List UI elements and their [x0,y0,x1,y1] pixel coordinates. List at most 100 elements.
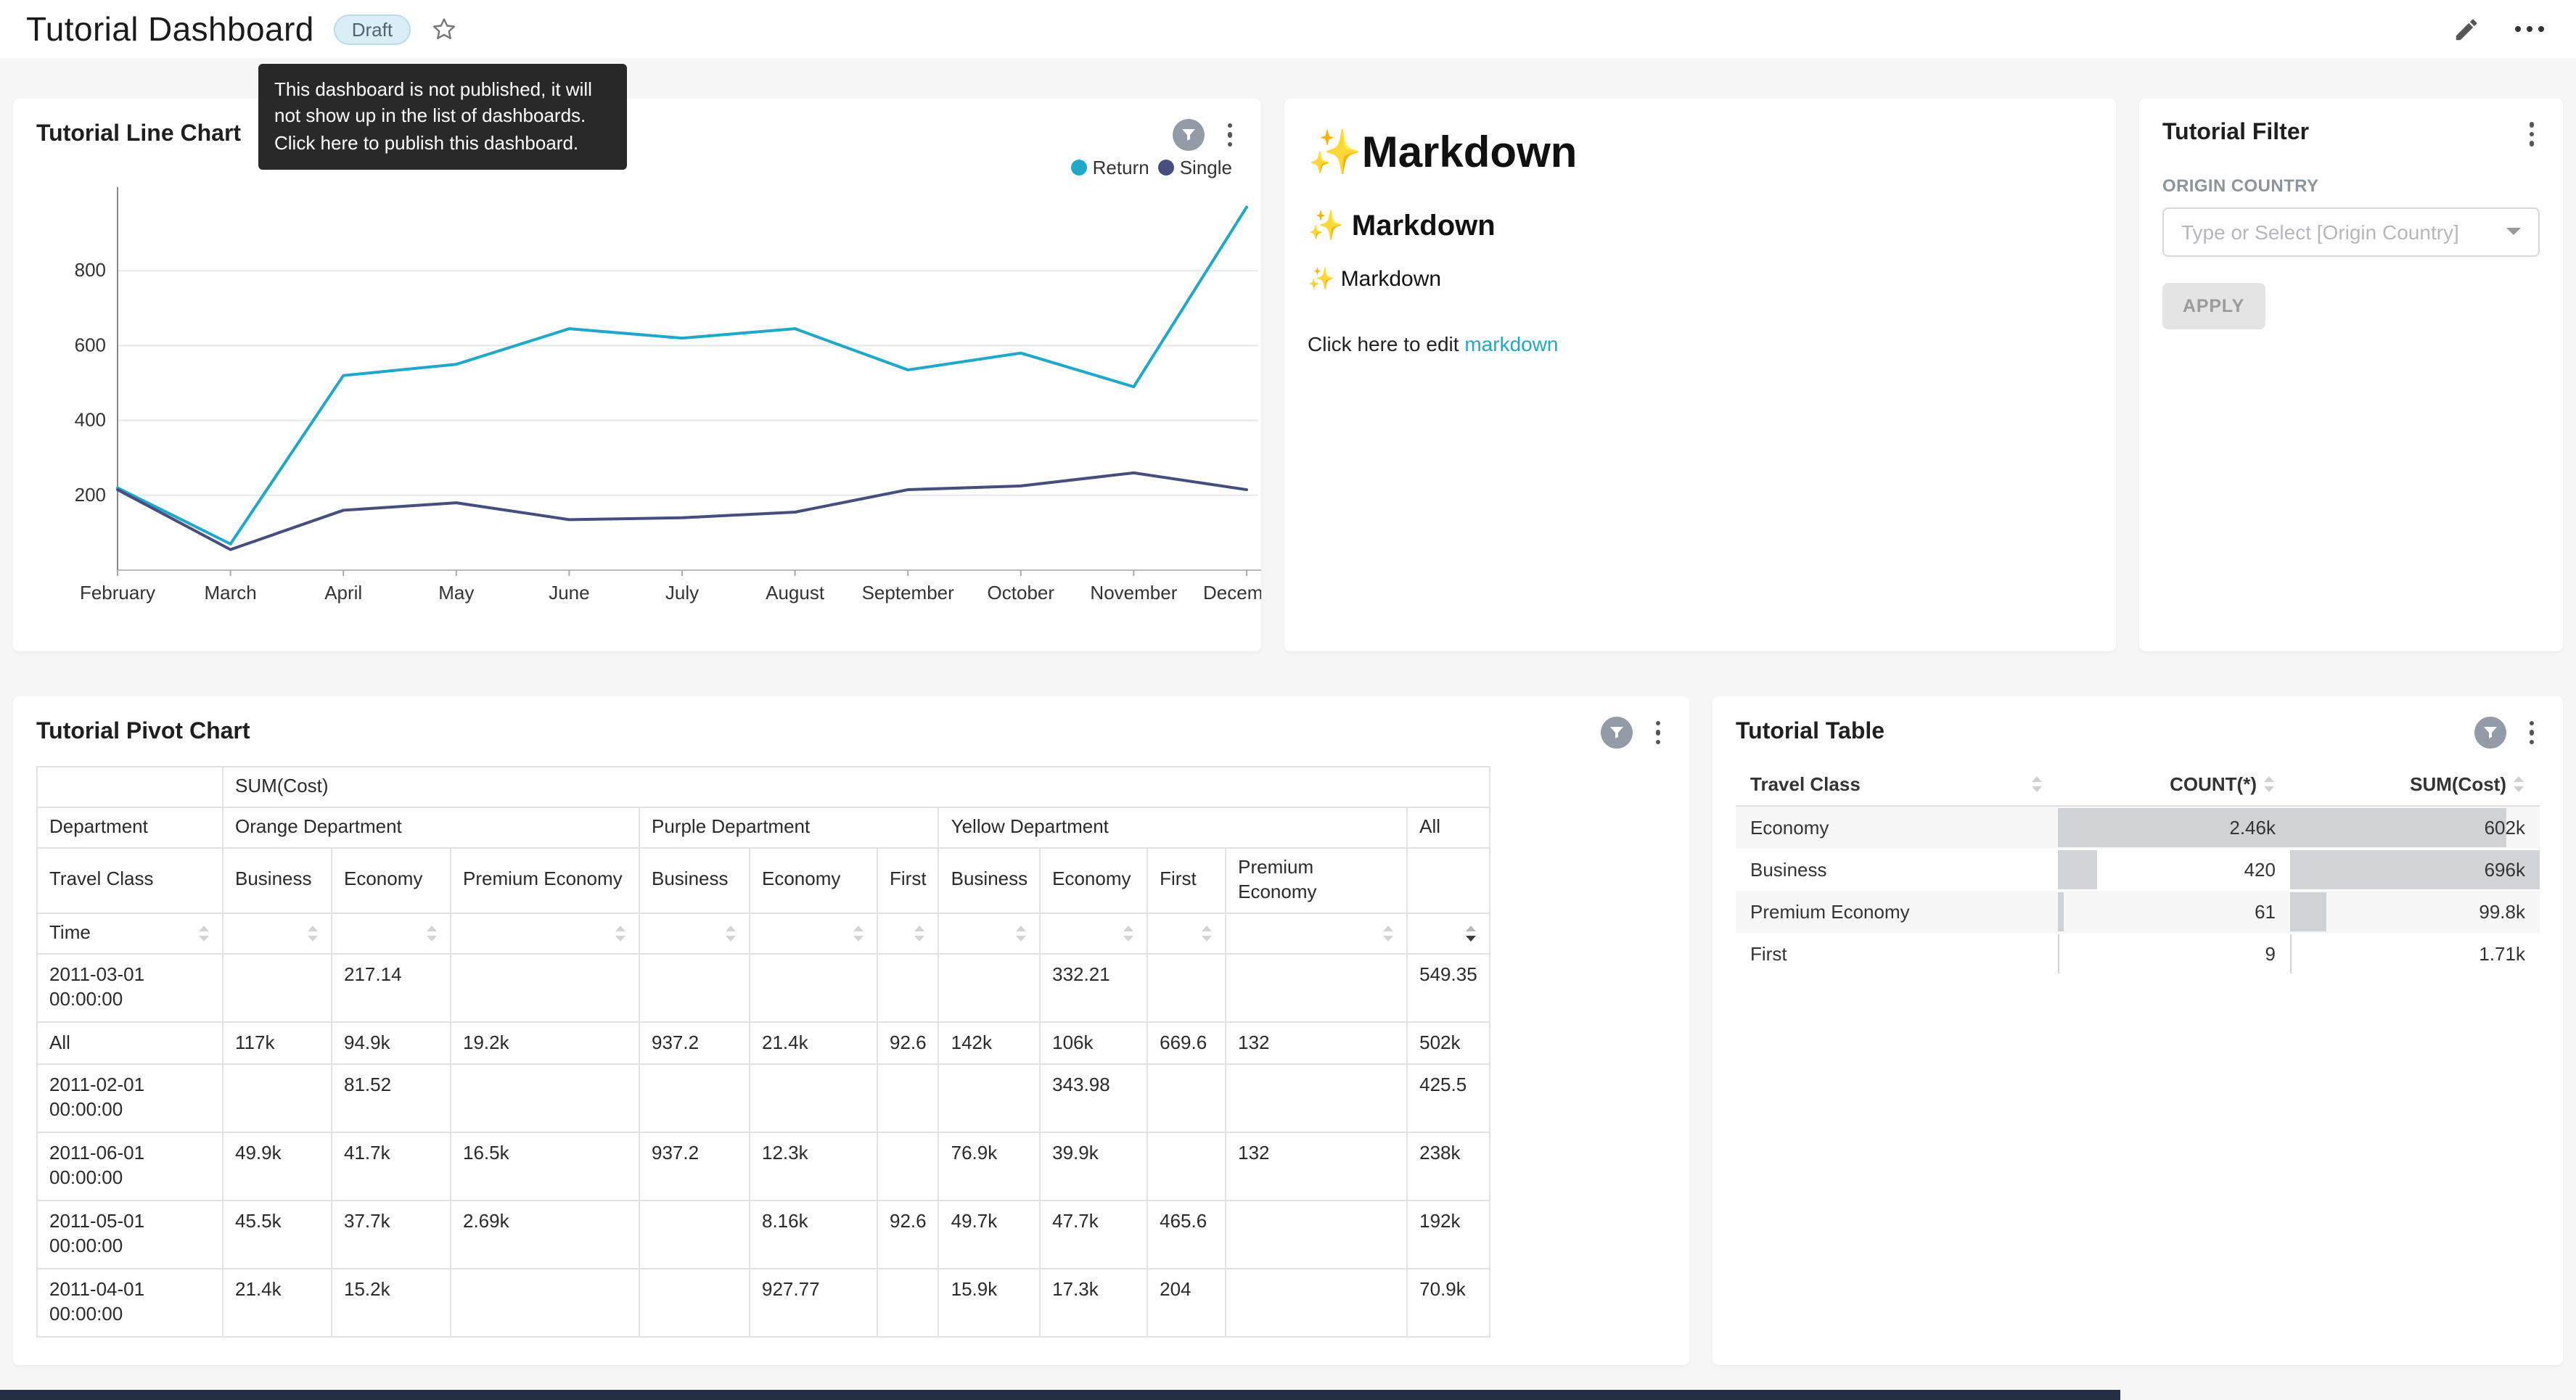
kebab-menu-icon[interactable] [1649,718,1666,748]
pivot-value-cell: 465.6 [1147,1201,1226,1269]
pivot-time-value-cell: 2011-05-01 00:00:00 [37,1201,223,1269]
pivot-value-cell [451,954,639,1022]
favorite-star-icon[interactable] [430,16,456,42]
pivot-value-cell [639,954,750,1022]
sort-icon[interactable] [2030,775,2043,794]
sort-icon[interactable] [2512,775,2525,794]
cell-value: 99.8k [2479,900,2525,922]
pivot-value-cell: 106k [1040,1021,1147,1065]
table-card: Tutorial Table Travel Class [1712,696,2563,1365]
sort-icon[interactable] [614,924,627,943]
cell-value: 9 [2265,942,2276,964]
sort-icon[interactable] [425,924,438,943]
pivot-value-cell: 15.9k [939,1269,1041,1337]
svg-text:March: March [204,582,256,604]
pivot-sort-cell [1407,913,1490,954]
draft-badge[interactable]: Draft [335,14,410,44]
pivot-sort-cell [1226,913,1407,954]
cell-value: 1.71k [2479,942,2525,964]
cell-value: 420 [2244,858,2276,880]
svg-text:600: 600 [75,334,106,355]
publish-tooltip[interactable]: This dashboard is not published, it will… [258,64,627,170]
legend-item-return[interactable]: Return [1071,157,1149,178]
pivot-data-row: 2011-06-01 00:00:0049.9k41.7k16.5k937.21… [37,1132,1490,1201]
filter-indicator-icon[interactable] [1600,717,1632,749]
legend-dot [1158,160,1174,176]
sort-icon[interactable] [1122,924,1135,943]
sort-icon[interactable] [724,924,737,943]
origin-country-select[interactable]: Type or Select [Origin Country] [2162,207,2540,256]
column-header-count[interactable]: COUNT(*) [2058,763,2290,806]
pivot-value-cell [750,954,877,1022]
column-header-sum-cost[interactable]: SUM(Cost) [2290,763,2540,806]
pivot-data-row: All117k94.9k19.2k937.221.4k92.6142k106k6… [37,1021,1490,1065]
pivot-class-label-cell: Travel Class [37,848,223,913]
pivot-department-cell: All [1407,807,1490,848]
sort-icon[interactable] [1014,924,1027,943]
pivot-class-cell: First [1147,848,1226,913]
pivot-class-row: Travel ClassBusinessEconomyPremium Econo… [37,848,1490,913]
pivot-value-cell: 81.52 [332,1065,451,1133]
filter-card: Tutorial Filter ORIGIN COUNTRY Type or S… [2139,99,2563,651]
pivot-value-cell [223,954,332,1022]
sort-icon[interactable] [197,924,210,943]
pivot-time-value-cell: 2011-02-01 00:00:00 [37,1065,223,1133]
pivot-class-cell: Premium Economy [451,848,639,913]
result-table-body: Economy2.46k602kBusiness420696kPremium E… [1736,806,2540,974]
column-header-travel-class[interactable]: Travel Class [1736,763,2058,806]
edit-icon[interactable] [2453,15,2480,43]
pivot-value-cell: 16.5k [451,1132,639,1201]
svg-text:August: August [766,582,825,604]
filter-indicator-icon[interactable] [2474,717,2506,749]
cell-value: 2.46k [2229,817,2276,839]
line-chart-svg[interactable]: 200400600800FebruaryMarchAprilMayJuneJul… [36,181,1261,617]
pivot-value-cell: 937.2 [639,1021,750,1065]
pivot-value-cell [877,1132,939,1201]
pivot-value-cell: 669.6 [1147,1021,1226,1065]
legend-item-single[interactable]: Single [1158,157,1232,178]
pivot-value-cell: 8.16k [750,1201,877,1269]
kebab-menu-icon[interactable] [1221,120,1238,150]
cell-value: 61 [2255,900,2276,922]
filter-indicator-icon[interactable] [1172,119,1204,151]
apply-button[interactable]: APPLY [2162,282,2265,329]
kebab-menu-icon[interactable] [2523,718,2540,748]
pivot-value-cell [750,1065,877,1133]
pivot-value-cell: 92.6 [877,1021,939,1065]
sort-icon[interactable] [1382,924,1395,943]
pivot-sort-cell [332,913,451,954]
pivot-class-cell: Economy [1040,848,1147,913]
chart-legend: Return Single [36,157,1232,178]
pivot-value-cell: 332.21 [1040,954,1147,1022]
card-title: Tutorial Table [1736,720,1884,746]
chevron-down-icon [2506,228,2521,235]
card-title: Tutorial Line Chart [36,122,241,148]
sort-icon[interactable] [1200,924,1213,943]
kebab-menu-icon[interactable] [2523,119,2540,149]
pivot-value-cell [939,954,1041,1022]
sort-icon[interactable] [306,924,319,943]
more-menu-icon[interactable] [2515,26,2544,32]
sort-desc-active-icon[interactable] [1464,924,1477,943]
sort-icon[interactable] [2263,775,2276,794]
pivot-value-cell [451,1269,639,1337]
pivot-value-cell: 238k [1407,1132,1490,1201]
markdown-edit-link[interactable]: markdown [1464,332,1558,355]
pivot-class-cell: First [877,848,939,913]
line-chart[interactable]: 200400600800FebruaryMarchAprilMayJuneJul… [36,181,1261,617]
legend-label: Return [1093,157,1149,178]
pivot-value-cell: 19.2k [451,1021,639,1065]
pivot-data-row: 2011-04-01 00:00:0021.4k15.2k927.7715.9k… [37,1269,1490,1337]
card-title: Tutorial Pivot Chart [36,720,250,746]
bottom-edge-bar [0,1390,2120,1400]
pivot-department-cell: Orange Department [223,807,639,848]
column-label: COUNT(*) [2170,773,2257,795]
dashboard-grid: Tutorial Line Chart Return Single 2004006… [0,58,2576,1365]
pivot-value-cell: 37.7k [332,1201,451,1269]
sort-icon[interactable] [914,924,927,943]
travel-class-cell: Economy [1736,806,2058,848]
sort-icon[interactable] [852,924,865,943]
pivot-value-cell: 17.3k [1040,1269,1147,1337]
cell-value: 696k [2485,858,2525,880]
pivot-value-cell: 549.35 [1407,954,1490,1022]
